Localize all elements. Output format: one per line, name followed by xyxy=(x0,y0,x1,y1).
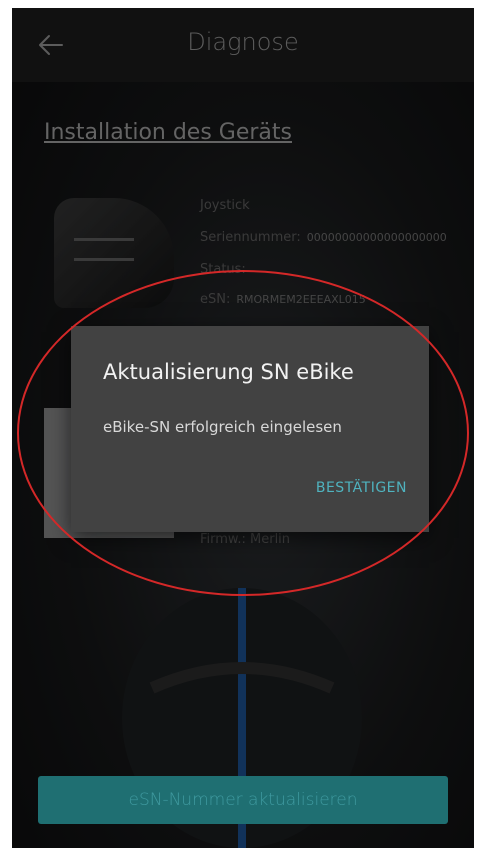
red-annotation-ellipse xyxy=(17,270,469,596)
app-screen: Diagnose Installation des Geräts Joystic… xyxy=(12,8,474,848)
update-esn-button[interactable]: eSN-Nummer aktualisieren xyxy=(38,776,448,824)
